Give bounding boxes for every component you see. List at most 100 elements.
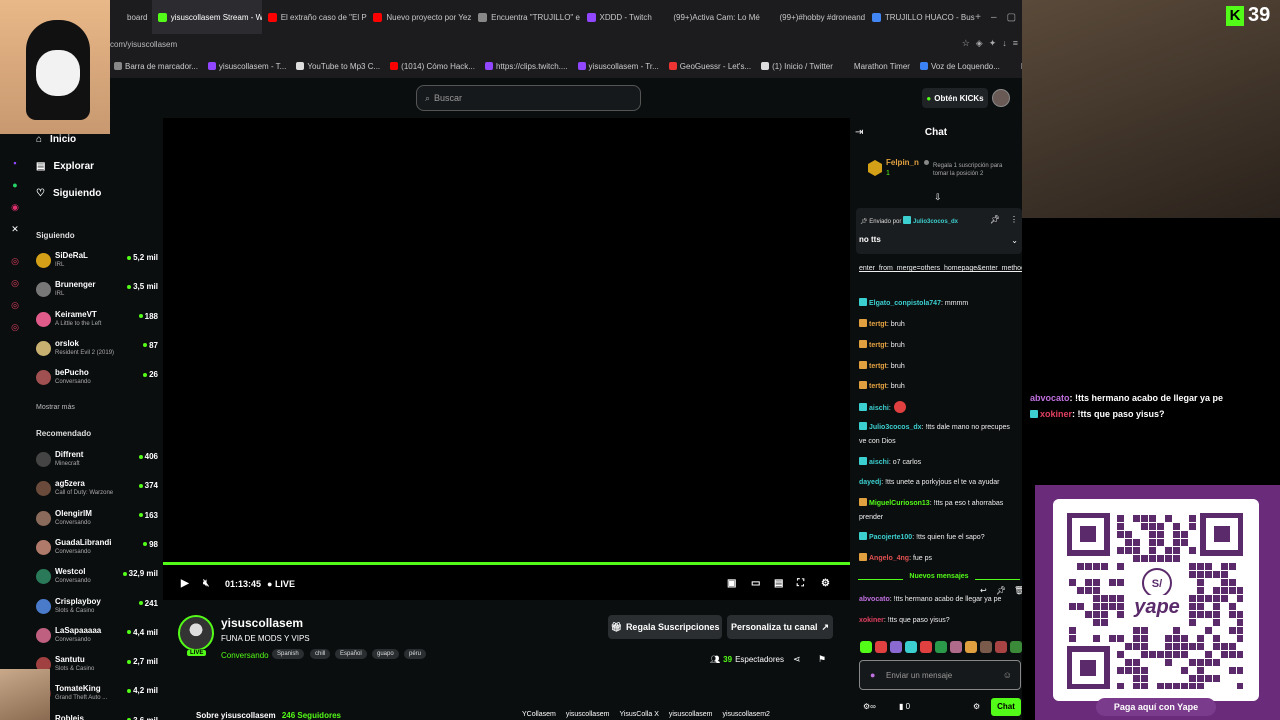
app-icon-3[interactable]: ◎ [10, 300, 20, 310]
sidebar-channel[interactable]: bePucho Conversando 26 [34, 366, 158, 392]
sidebar-channel[interactable]: Westcol Conversando 32,9 mil [34, 565, 158, 591]
nav-following[interactable]: ♡ Siguiendo [36, 188, 101, 199]
chat-username[interactable]: tertgt [869, 383, 887, 390]
settings-gear-icon[interactable]: ⚙ [821, 578, 830, 589]
sidebar-channel[interactable]: KeirameVT A Little to the Left 188 [34, 308, 158, 334]
app-icon-1[interactable]: ◎ [10, 256, 20, 266]
pip-icon[interactable]: ▤ [774, 578, 783, 589]
sidebar-channel[interactable]: TomateKing Grand Theft Auto ... 4,2 mil [34, 682, 158, 708]
restore-icon[interactable]: ▢ [1007, 12, 1016, 23]
report-icon[interactable]: ⚑ [818, 654, 826, 665]
emote-icon[interactable] [980, 641, 992, 653]
microphone-icon[interactable]: ● [870, 670, 875, 680]
yape-cta[interactable]: Paga aquí con Yape [1096, 698, 1216, 716]
theater-icon[interactable]: ▭ [751, 578, 760, 589]
gift-subs-button[interactable]: 🎁︎ Regala Suscripciones [608, 615, 722, 639]
browser-tab[interactable]: El extraño caso de "El P [262, 0, 368, 34]
browser-tab[interactable]: board [108, 0, 152, 34]
more-options-icon[interactable]: ⋮ [1010, 215, 1018, 224]
tag-chill[interactable]: chill [310, 649, 331, 659]
bookmark-item[interactable]: https://clips.twitch.... [484, 62, 568, 71]
bookmark-item[interactable]: yisuscollasem - T... [207, 62, 286, 71]
emote-icon[interactable] [1010, 641, 1022, 653]
tag-peru[interactable]: péru [404, 649, 427, 659]
bookmark-item[interactable]: (1014) Cómo Hack... [390, 62, 475, 71]
chat-username[interactable]: Angelo_4ng [869, 555, 909, 562]
sidebar-channel[interactable]: LaSapaaaaa Conversando 4,4 mil [34, 624, 158, 650]
chat-username[interactable]: abvocato [859, 596, 890, 603]
sidebar-channel[interactable]: ag5zera Call of Duty: Warzone 374 [34, 477, 158, 503]
chat-username[interactable]: Julio3cocos_dx [869, 424, 922, 431]
nav-explore[interactable]: ▤ Explorar [36, 161, 94, 172]
social-link[interactable]: yisuscollasem2 [722, 711, 769, 718]
search-input[interactable]: ⌕ Buscar [416, 85, 641, 111]
sidebar-channel[interactable]: SiDeRaL IRL 5,2 mil [34, 249, 158, 275]
get-kicks-button[interactable]: ● Obtén KICKs [922, 88, 988, 108]
emote-icon[interactable] [965, 641, 977, 653]
twitch-icon[interactable]: ▪ [10, 158, 20, 168]
fullscreen-icon[interactable]: ⛶ [797, 578, 804, 589]
sidebar-channel[interactable]: OlengirlM Conversando 163 [34, 507, 158, 533]
emote-icon[interactable] [875, 641, 887, 653]
browser-tab[interactable]: Nuevo proyecto por Yez [367, 0, 472, 34]
sidebar-channel[interactable]: Diffrent Minecraft 406 [34, 448, 158, 474]
sidebar-channel[interactable]: Santutu Slots & Casino 2,7 mil [34, 653, 158, 679]
chat-username[interactable]: aischi [869, 405, 889, 412]
app-icon-4[interactable]: ◎ [10, 322, 20, 332]
browser-tab[interactable]: Encuentra "TRUJILLO" e [472, 0, 580, 34]
chat-username[interactable]: tertgt [869, 363, 887, 370]
browser-tab[interactable]: (99+)Activa Cam: Lo Mé [654, 0, 760, 34]
bookmark-item[interactable]: yisuscollasem - Tr... [577, 62, 659, 71]
browser-tab[interactable]: yisuscollasem Stream - W [151, 0, 262, 34]
progress-bar[interactable] [163, 562, 850, 565]
chat-settings-icon[interactable]: ⚙∞ [863, 702, 876, 711]
whatsapp-icon[interactable]: ● [10, 180, 20, 190]
customize-channel-button[interactable]: Personaliza tu canal ↗ [727, 615, 833, 639]
social-link[interactable]: YisusColla X [619, 711, 658, 718]
chat-link-message[interactable]: enter_from_merge=others_homepage&enter_m… [859, 262, 1070, 276]
bookmark-item[interactable]: GeoGuessr - Let's... [668, 62, 751, 71]
social-link[interactable]: yisuscollasem [566, 711, 610, 718]
browser-tab[interactable]: (99+)#hobby #droneand [761, 0, 866, 34]
channel-avatar[interactable] [178, 615, 214, 651]
show-more-link[interactable]: Mostrar más [36, 404, 75, 411]
instagram-icon[interactable]: ◉ [10, 202, 20, 212]
chevron-down-icon[interactable]: ⌄ [1011, 236, 1018, 245]
tag-espanol[interactable]: Español [335, 649, 367, 659]
extensions-icon[interactable]: ✦ [989, 38, 997, 49]
chat-input[interactable]: ● Enviar un mensaje ☺ [859, 660, 1021, 690]
minimize-icon[interactable]: – [991, 12, 997, 23]
emote-icon[interactable] [935, 641, 947, 653]
emoji-icon[interactable]: ☺ [1003, 670, 1012, 680]
bookmark-item[interactable]: Marathon Timer [842, 62, 910, 71]
chat-username[interactable]: Pacojerte100 [869, 534, 912, 541]
clip-icon[interactable]: ▣ [727, 578, 736, 589]
expand-leaderboard-icon[interactable]: ⇩ [934, 192, 942, 203]
sidebar-channel[interactable]: orslok Resident Evil 2 (2019) 87 [34, 337, 158, 363]
sidebar-channel[interactable]: GuadaLibrandi Conversando 98 [34, 536, 158, 562]
play-icon[interactable]: ▶ [181, 578, 189, 589]
chat-username[interactable]: aischi [869, 459, 889, 466]
shield-icon[interactable]: ◈ [976, 38, 983, 49]
bookmark-item[interactable]: Voz de Loquendo... [919, 62, 1000, 71]
settings-icon[interactable]: ⚙ [973, 702, 980, 711]
chat-username[interactable]: tertgt [869, 342, 887, 349]
chat-username[interactable]: dayedj [859, 479, 881, 486]
bookmark-item[interactable]: Dandadan, Capítul... [1009, 62, 1022, 71]
user-avatar[interactable] [992, 89, 1010, 107]
video-player[interactable] [163, 118, 850, 600]
chat-username[interactable]: tertgt [869, 321, 887, 328]
sidebar-channel[interactable]: Robleis 3,6 mil [34, 712, 158, 720]
emote-icon[interactable] [950, 641, 962, 653]
menu-icon[interactable]: ≡ [1013, 38, 1018, 49]
pin-icon[interactable]: 📌︎ [990, 215, 1000, 224]
bookmark-star-icon[interactable]: ☆ [962, 38, 970, 49]
bookmark-item[interactable]: (1) Inicio / Twitter [761, 62, 833, 71]
app-icon-2[interactable]: ◎ [10, 278, 20, 288]
chat-username[interactable]: Elgato_conpistola747 [869, 300, 941, 307]
chat-username[interactable]: xokiner [859, 617, 884, 624]
download-icon[interactable]: ↓ [1002, 38, 1007, 49]
chat-username[interactable]: MiguelCurioson13 [869, 500, 930, 507]
emote-icon[interactable] [920, 641, 932, 653]
emote-icon[interactable] [890, 641, 902, 653]
